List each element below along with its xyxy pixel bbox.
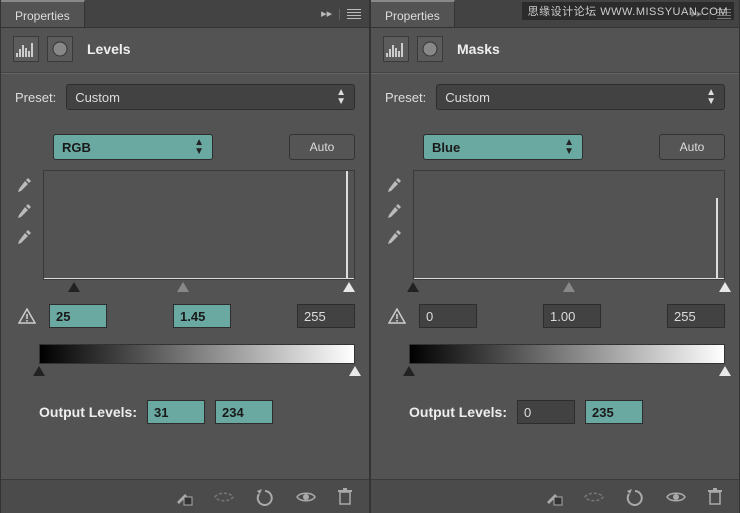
channel-value: RGB (62, 140, 91, 155)
input-white-field[interactable]: 255 (667, 304, 725, 328)
preset-label: Preset: (385, 90, 426, 105)
mask-icon[interactable] (47, 36, 73, 62)
input-black-field[interactable]: 25 (49, 304, 107, 328)
input-slider[interactable] (413, 282, 725, 298)
levels-adjustment-icon[interactable] (13, 36, 39, 62)
preset-value: Custom (445, 90, 490, 105)
watermark: 思缘设计论坛 WWW.MISSYUAN.COM (522, 2, 734, 20)
preset-value: Custom (75, 90, 120, 105)
panel-title: Levels (87, 41, 131, 57)
white-point-handle[interactable] (719, 282, 731, 292)
eyedropper-gray-icon[interactable] (15, 202, 43, 220)
input-slider[interactable] (43, 282, 355, 298)
warning-icon[interactable] (385, 308, 409, 324)
channel-select[interactable]: RGB ▲▼ (53, 134, 213, 160)
input-gamma-field[interactable]: 1.00 (543, 304, 601, 328)
histogram (413, 170, 725, 280)
output-black-handle[interactable] (403, 366, 415, 376)
tab-label: Properties (15, 9, 70, 23)
output-levels-label: Output Levels: (409, 404, 507, 420)
levels-adjustment-icon[interactable] (383, 36, 409, 62)
eyedropper-gray-icon[interactable] (385, 202, 413, 220)
properties-tab[interactable]: Properties (371, 0, 455, 27)
updown-icon: ▲▼ (336, 88, 346, 106)
auto-button[interactable]: Auto (659, 134, 725, 160)
preset-select[interactable]: Custom ▲▼ (436, 84, 725, 110)
output-gradient (39, 344, 355, 364)
clip-to-layer-icon[interactable] (543, 488, 563, 506)
eyedropper-white-icon[interactable] (15, 228, 43, 246)
clip-to-layer-icon[interactable] (173, 488, 193, 506)
histogram (43, 170, 355, 280)
output-black-field[interactable]: 0 (517, 400, 575, 424)
gamma-handle[interactable] (177, 282, 189, 292)
view-previous-icon[interactable] (213, 490, 235, 504)
channel-value: Blue (432, 140, 460, 155)
black-point-handle[interactable] (407, 282, 419, 292)
panel-menu-icon[interactable] (347, 7, 361, 21)
input-gamma-field[interactable]: 1.45 (173, 304, 231, 328)
output-black-field[interactable]: 31 (147, 400, 205, 424)
output-white-field[interactable]: 234 (215, 400, 273, 424)
eyedropper-white-icon[interactable] (385, 228, 413, 246)
white-point-handle[interactable] (343, 282, 355, 292)
visibility-icon[interactable] (295, 490, 317, 504)
input-white-field[interactable]: 255 (297, 304, 355, 328)
black-point-handle[interactable] (68, 282, 80, 292)
output-white-handle[interactable] (719, 366, 731, 376)
output-black-handle[interactable] (33, 366, 45, 376)
eyedropper-black-icon[interactable] (385, 176, 413, 194)
auto-button[interactable]: Auto (289, 134, 355, 160)
gamma-handle[interactable] (563, 282, 575, 292)
visibility-icon[interactable] (665, 490, 687, 504)
input-black-field[interactable]: 0 (419, 304, 477, 328)
warning-icon[interactable] (15, 308, 39, 324)
eyedropper-black-icon[interactable] (15, 176, 43, 194)
output-slider[interactable] (409, 366, 725, 382)
mask-icon[interactable] (417, 36, 443, 62)
updown-icon: ▲▼ (564, 138, 574, 156)
reset-icon[interactable] (625, 488, 645, 506)
updown-icon: ▲▼ (706, 88, 716, 106)
output-white-field[interactable]: 235 (585, 400, 643, 424)
output-slider[interactable] (39, 366, 355, 382)
properties-tab[interactable]: Properties (1, 0, 85, 27)
reset-icon[interactable] (255, 488, 275, 506)
channel-select[interactable]: Blue ▲▼ (423, 134, 583, 160)
view-previous-icon[interactable] (583, 490, 605, 504)
output-levels-label: Output Levels: (39, 404, 137, 420)
tab-label: Properties (385, 9, 440, 23)
panel-title: Masks (457, 41, 500, 57)
preset-select[interactable]: Custom ▲▼ (66, 84, 355, 110)
delete-icon[interactable] (337, 488, 353, 506)
updown-icon: ▲▼ (194, 138, 204, 156)
preset-label: Preset: (15, 90, 56, 105)
delete-icon[interactable] (707, 488, 723, 506)
collapse-icon[interactable]: ▸▸ (321, 7, 332, 20)
output-gradient (409, 344, 725, 364)
output-white-handle[interactable] (349, 366, 361, 376)
